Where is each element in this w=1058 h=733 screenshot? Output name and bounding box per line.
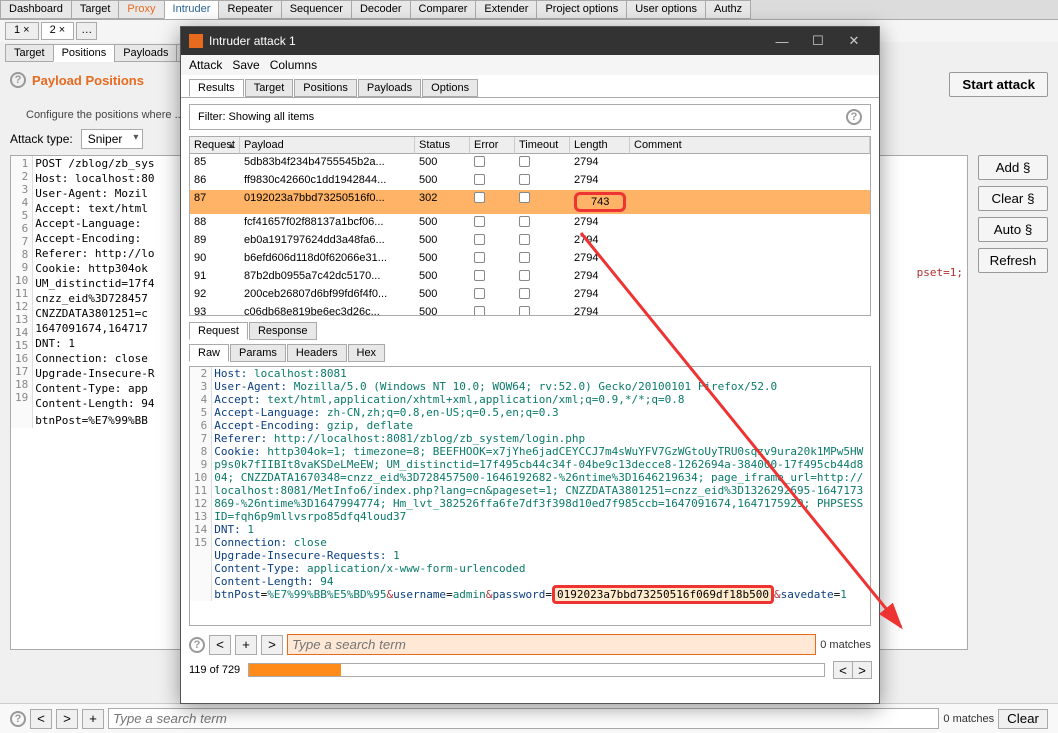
modal-tab-positions[interactable]: Positions	[294, 79, 357, 97]
truncated-text: pset=1;	[917, 266, 963, 279]
auto-button[interactable]: Auto §	[978, 217, 1048, 242]
start-attack-button[interactable]: Start attack	[949, 72, 1048, 97]
progress-next-button[interactable]: >	[852, 661, 872, 679]
table-row[interactable]: 86ff9830c42660c1dd1942844...5002794	[190, 172, 870, 190]
table-row[interactable]: 89eb0a191797624dd3a48fa6...5002794	[190, 232, 870, 250]
request-response-tabs: RequestResponse	[189, 322, 871, 340]
view-params-tab[interactable]: Params	[230, 344, 286, 362]
attack-tab-...[interactable]: …	[76, 22, 97, 40]
tab-comparer[interactable]: Comparer	[410, 0, 477, 19]
filter-bar[interactable]: Filter: Showing all items ?	[189, 104, 871, 130]
request-tab[interactable]: Request	[189, 322, 248, 340]
marker-buttons: Add § Clear § Auto § Refresh	[978, 155, 1048, 650]
help-icon[interactable]: ?	[189, 637, 205, 653]
results-tabs: ResultsTargetPositionsPayloadsOptions	[181, 75, 879, 98]
maximize-button[interactable]: ☐	[801, 31, 835, 51]
titlebar[interactable]: Intruder attack 1 — ☐ ✕	[181, 27, 879, 55]
tab-user-options[interactable]: User options	[626, 0, 706, 19]
menu-bar: Attack Save Columns	[181, 55, 879, 75]
table-row[interactable]: 90b6efd606d118d0f62066e31...5002794	[190, 250, 870, 268]
col-payload[interactable]: Payload	[240, 137, 415, 154]
tab-authz[interactable]: Authz	[705, 0, 751, 19]
view-raw-tab[interactable]: Raw	[189, 344, 229, 362]
modal-tab-options[interactable]: Options	[422, 79, 478, 97]
col-length[interactable]: Length	[570, 137, 630, 154]
modal-tab-results[interactable]: Results	[189, 79, 244, 97]
tab-sequencer[interactable]: Sequencer	[281, 0, 352, 19]
match-count: 0 matches	[820, 639, 871, 651]
attack-type-combo[interactable]: Sniper	[81, 129, 144, 149]
main-tab-strip: DashboardTargetProxyIntruderRepeaterSequ…	[0, 0, 1058, 20]
clear-button[interactable]: Clear	[998, 709, 1048, 729]
search-next-button[interactable]: >	[261, 635, 283, 655]
help-icon[interactable]: ?	[10, 711, 26, 727]
col-request[interactable]: Request	[190, 137, 240, 154]
search-next-button[interactable]: >	[56, 709, 78, 729]
main-search-bar: ? < > + 0 matches Clear	[0, 703, 1058, 733]
minimize-button[interactable]: —	[765, 31, 799, 51]
raw-viewer[interactable]: 23456789101112131415 Host: localhost:808…	[189, 366, 871, 626]
close-button[interactable]: ✕	[837, 31, 871, 51]
subtab-payloads[interactable]: Payloads	[114, 44, 177, 62]
menu-columns[interactable]: Columns	[270, 58, 317, 72]
table-row[interactable]: 93c06db68e819be6ec3d26c...5002794	[190, 304, 870, 316]
refresh-button[interactable]: Refresh	[978, 248, 1048, 273]
payload-positions-title: Payload Positions	[32, 73, 144, 88]
search-plus-button[interactable]: +	[235, 635, 257, 655]
clear-button[interactable]: Clear §	[978, 186, 1048, 211]
col-comment[interactable]: Comment	[630, 137, 870, 154]
attack-type-label: Attack type:	[10, 132, 73, 146]
attack-tab-1[interactable]: 1 ×	[5, 22, 39, 40]
search-prev-button[interactable]: <	[209, 635, 231, 655]
results-table[interactable]: RequestPayloadStatusErrorTimeoutLengthCo…	[189, 136, 871, 316]
tab-repeater[interactable]: Repeater	[218, 0, 281, 19]
tab-dashboard[interactable]: Dashboard	[0, 0, 72, 19]
col-error[interactable]: Error	[470, 137, 515, 154]
search-plus-button[interactable]: +	[82, 709, 104, 729]
progress-text: 119 of 729	[189, 664, 240, 676]
table-row[interactable]: 870192023a7bbd73250516f0...302743	[190, 190, 870, 214]
tab-intruder[interactable]: Intruder	[164, 0, 220, 19]
raw-view-tabs: RawParamsHeadersHex	[189, 344, 871, 362]
menu-save[interactable]: Save	[232, 58, 259, 72]
intruder-attack-window: Intruder attack 1 — ☐ ✕ Attack Save Column…	[180, 26, 880, 704]
col-status[interactable]: Status	[415, 137, 470, 154]
tab-target[interactable]: Target	[71, 0, 120, 19]
search-prev-button[interactable]: <	[30, 709, 52, 729]
progress-prev-button[interactable]: <	[833, 661, 853, 679]
col-timeout[interactable]: Timeout	[515, 137, 570, 154]
modal-tab-payloads[interactable]: Payloads	[358, 79, 421, 97]
table-row[interactable]: 92200ceb26807d6bf99fd6f4f0...5002794	[190, 286, 870, 304]
view-headers-tab[interactable]: Headers	[287, 344, 347, 362]
table-row[interactable]: 88fcf41657f02f88137a1bcf06...5002794	[190, 214, 870, 232]
match-count: 0 matches	[943, 713, 994, 725]
menu-attack[interactable]: Attack	[189, 58, 222, 72]
tab-project-options[interactable]: Project options	[536, 0, 627, 19]
help-icon[interactable]: ?	[10, 72, 26, 88]
help-icon[interactable]: ?	[846, 109, 862, 125]
window-title: Intruder attack 1	[209, 34, 296, 48]
table-row[interactable]: 855db83b4f234b4755545b2a...5002794	[190, 154, 870, 172]
search-input[interactable]	[287, 634, 816, 655]
response-tab[interactable]: Response	[249, 322, 317, 340]
tab-extender[interactable]: Extender	[475, 0, 537, 19]
subtab-target[interactable]: Target	[5, 44, 54, 62]
add-button[interactable]: Add §	[978, 155, 1048, 180]
modal-tab-target[interactable]: Target	[245, 79, 294, 97]
search-input[interactable]	[108, 708, 939, 729]
app-icon	[189, 34, 203, 48]
table-row[interactable]: 9187b2db0955a7c42dc5170...5002794	[190, 268, 870, 286]
tab-proxy[interactable]: Proxy	[118, 0, 164, 19]
tab-decoder[interactable]: Decoder	[351, 0, 411, 19]
view-hex-tab[interactable]: Hex	[348, 344, 386, 362]
attack-tab-2[interactable]: 2 ×	[41, 22, 75, 40]
progress-bar	[248, 663, 825, 677]
subtab-positions[interactable]: Positions	[53, 44, 116, 62]
